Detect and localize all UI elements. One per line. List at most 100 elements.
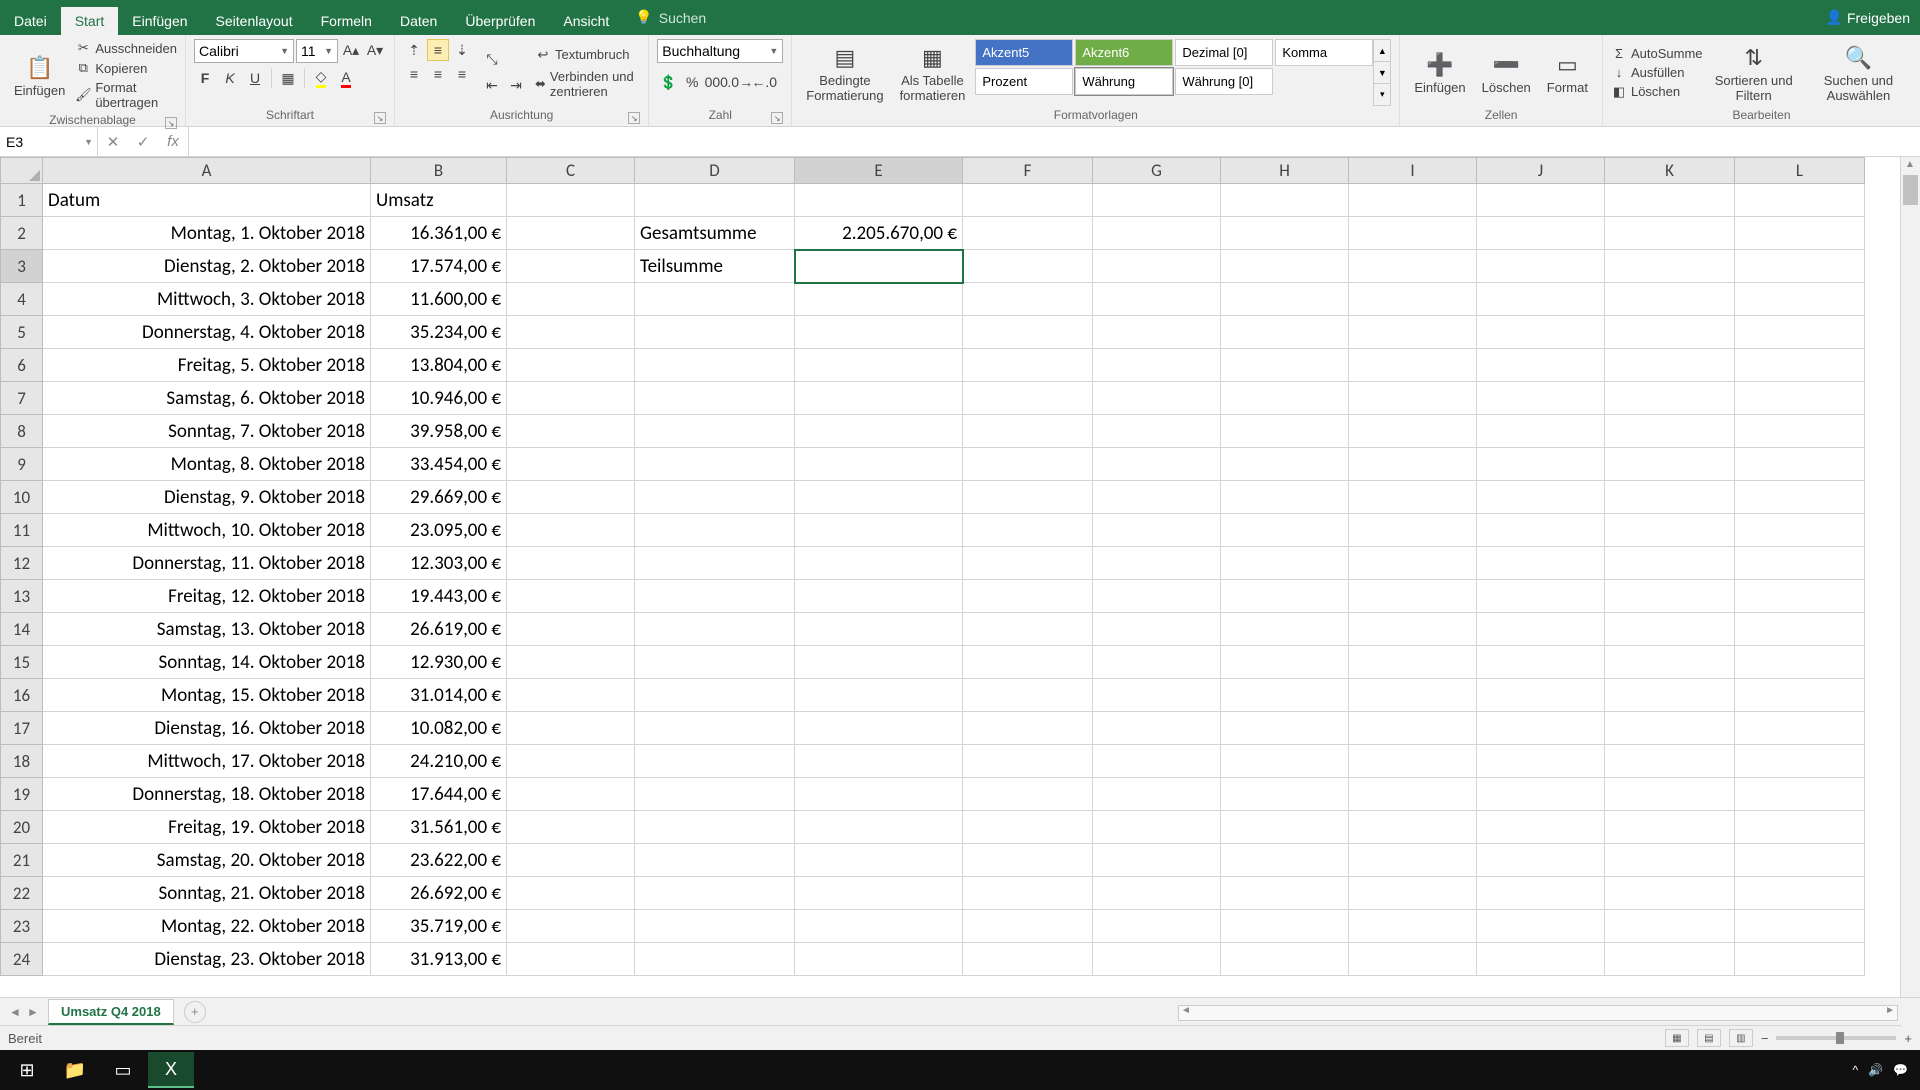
cell-J4[interactable] (1477, 283, 1605, 316)
cell-L15[interactable] (1735, 646, 1865, 679)
cell-D5[interactable] (635, 316, 795, 349)
find-select-button[interactable]: 🔍Suchen und Auswählen (1805, 39, 1912, 106)
cell-E5[interactable] (795, 316, 963, 349)
cell-I6[interactable] (1349, 349, 1477, 382)
align-right-button[interactable]: ≡ (451, 63, 473, 85)
cancel-formula-button[interactable]: ✕ (98, 133, 128, 151)
tab-einfuegen[interactable]: Einfügen (118, 7, 201, 35)
cell-L3[interactable] (1735, 250, 1865, 283)
cell-B24[interactable]: 31.913,00 € (371, 943, 507, 976)
cell-I24[interactable] (1349, 943, 1477, 976)
cell-H20[interactable] (1221, 811, 1349, 844)
cell-D3[interactable]: Teilsumme (635, 250, 795, 283)
cell-A11[interactable]: Mittwoch, 10. Oktober 2018 (43, 514, 371, 547)
cell-A1[interactable]: Datum (43, 184, 371, 217)
cell-A15[interactable]: Sonntag, 14. Oktober 2018 (43, 646, 371, 679)
volume-icon[interactable]: 🔊 (1868, 1063, 1883, 1077)
font-launcher[interactable]: ↘ (374, 112, 386, 124)
increase-indent-button[interactable]: ⇥ (505, 75, 527, 97)
cell-C15[interactable] (507, 646, 635, 679)
style-waehrung0[interactable]: Währung [0] (1175, 68, 1273, 95)
delete-cells-button[interactable]: ➖Löschen (1476, 39, 1537, 106)
cell-L21[interactable] (1735, 844, 1865, 877)
cell-F17[interactable] (963, 712, 1093, 745)
cell-B18[interactable]: 24.210,00 € (371, 745, 507, 778)
column-header-C[interactable]: C (507, 158, 635, 184)
cell-H4[interactable] (1221, 283, 1349, 316)
cell-E14[interactable] (795, 613, 963, 646)
cell-B9[interactable]: 33.454,00 € (371, 448, 507, 481)
cell-I21[interactable] (1349, 844, 1477, 877)
row-header-15[interactable]: 15 (1, 646, 43, 679)
cell-K14[interactable] (1605, 613, 1735, 646)
zoom-slider[interactable] (1776, 1036, 1896, 1040)
cell-G4[interactable] (1093, 283, 1221, 316)
cell-B13[interactable]: 19.443,00 € (371, 580, 507, 613)
cell-K12[interactable] (1605, 547, 1735, 580)
cell-B20[interactable]: 31.561,00 € (371, 811, 507, 844)
cell-H9[interactable] (1221, 448, 1349, 481)
cell-G24[interactable] (1093, 943, 1221, 976)
decrease-font-button[interactable]: A▾ (364, 39, 386, 61)
row-header-10[interactable]: 10 (1, 481, 43, 514)
cell-B1[interactable]: Umsatz (371, 184, 507, 217)
merge-center-button[interactable]: ⬌Verbinden und zentrieren (535, 68, 640, 100)
row-header-13[interactable]: 13 (1, 580, 43, 613)
cell-A16[interactable]: Montag, 15. Oktober 2018 (43, 679, 371, 712)
cell-F5[interactable] (963, 316, 1093, 349)
style-prozent[interactable]: Prozent (975, 68, 1073, 95)
column-header-I[interactable]: I (1349, 158, 1477, 184)
cell-L13[interactable] (1735, 580, 1865, 613)
cell-J3[interactable] (1477, 250, 1605, 283)
cell-I2[interactable] (1349, 217, 1477, 250)
cell-A9[interactable]: Montag, 8. Oktober 2018 (43, 448, 371, 481)
style-komma[interactable]: Komma (1275, 39, 1373, 66)
cell-B17[interactable]: 10.082,00 € (371, 712, 507, 745)
cell-D20[interactable] (635, 811, 795, 844)
row-header-21[interactable]: 21 (1, 844, 43, 877)
cell-A14[interactable]: Samstag, 13. Oktober 2018 (43, 613, 371, 646)
cell-C1[interactable] (507, 184, 635, 217)
cell-E9[interactable] (795, 448, 963, 481)
cell-L22[interactable] (1735, 877, 1865, 910)
cell-F19[interactable] (963, 778, 1093, 811)
increase-decimal-button[interactable]: .0→ (729, 71, 751, 93)
cell-D11[interactable] (635, 514, 795, 547)
cell-D8[interactable] (635, 415, 795, 448)
cell-C22[interactable] (507, 877, 635, 910)
cell-I8[interactable] (1349, 415, 1477, 448)
tab-nav-first[interactable]: ◄ (6, 1005, 24, 1019)
row-header-14[interactable]: 14 (1, 613, 43, 646)
cell-F18[interactable] (963, 745, 1093, 778)
spreadsheet-grid[interactable]: ABCDEFGHIJKL 1DatumUmsatz2Montag, 1. Okt… (0, 157, 1920, 997)
cell-C4[interactable] (507, 283, 635, 316)
sheet-tab-active[interactable]: Umsatz Q4 2018 (48, 999, 174, 1025)
cell-K19[interactable] (1605, 778, 1735, 811)
style-dezimal0[interactable]: Dezimal [0] (1175, 39, 1273, 66)
cell-K20[interactable] (1605, 811, 1735, 844)
italic-button[interactable]: K (219, 67, 241, 89)
cell-J24[interactable] (1477, 943, 1605, 976)
cell-F24[interactable] (963, 943, 1093, 976)
cell-A6[interactable]: Freitag, 5. Oktober 2018 (43, 349, 371, 382)
cell-F22[interactable] (963, 877, 1093, 910)
percent-format-button[interactable]: % (681, 71, 703, 93)
cell-L5[interactable] (1735, 316, 1865, 349)
cell-G9[interactable] (1093, 448, 1221, 481)
cell-K3[interactable] (1605, 250, 1735, 283)
align-bottom-button[interactable]: ⇣ (451, 39, 473, 61)
insert-function-button[interactable]: fx (158, 133, 188, 150)
cell-A19[interactable]: Donnerstag, 18. Oktober 2018 (43, 778, 371, 811)
cell-C5[interactable] (507, 316, 635, 349)
row-header-3[interactable]: 3 (1, 250, 43, 283)
row-header-5[interactable]: 5 (1, 316, 43, 349)
cell-F4[interactable] (963, 283, 1093, 316)
cell-G16[interactable] (1093, 679, 1221, 712)
font-color-button[interactable]: A (335, 67, 357, 89)
cell-E16[interactable] (795, 679, 963, 712)
tab-formeln[interactable]: Formeln (307, 7, 386, 35)
cell-F6[interactable] (963, 349, 1093, 382)
cell-L17[interactable] (1735, 712, 1865, 745)
task-app-button[interactable]: ▭ (100, 1052, 146, 1088)
view-page-break-button[interactable]: ▥ (1729, 1029, 1753, 1047)
